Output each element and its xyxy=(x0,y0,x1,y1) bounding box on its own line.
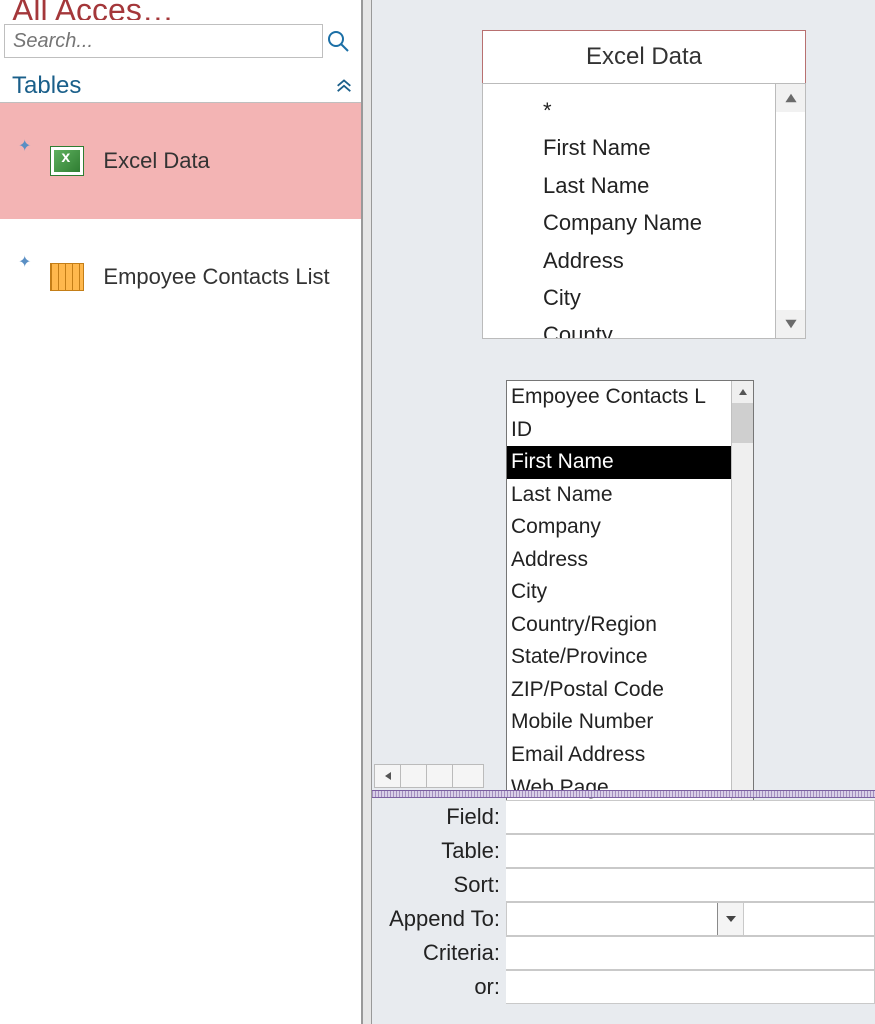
dropdown-item[interactable]: City xyxy=(507,576,731,609)
navigation-pane: All Acces… Tables ✦ Excel Data ✦ Empoyee… xyxy=(0,0,362,1024)
table-field-card[interactable]: Excel Data * First Name Last Name Compan… xyxy=(482,30,806,339)
label-append-to: Append To: xyxy=(372,906,506,932)
label-sort: Sort: xyxy=(372,872,506,898)
append-to-value[interactable] xyxy=(507,903,717,935)
cell-field[interactable] xyxy=(506,800,875,834)
dropdown-item-selected[interactable]: First Name xyxy=(507,446,731,479)
field-item[interactable]: County xyxy=(543,316,767,338)
table-icon xyxy=(49,259,85,295)
row-append-to: Append To: xyxy=(372,902,875,936)
nav-item-excel-data[interactable]: ✦ Excel Data xyxy=(0,103,361,219)
new-object-indicator-icon: ✦ xyxy=(18,136,31,156)
field-list-scrollbar[interactable] xyxy=(775,84,805,338)
nav-item-label: Empoyee Contacts List xyxy=(103,264,329,290)
scroll-track[interactable] xyxy=(427,765,453,787)
dropdown-item[interactable]: ID xyxy=(507,414,731,447)
collapse-icon[interactable] xyxy=(335,72,353,100)
label-field: Field: xyxy=(372,804,506,830)
search-input[interactable] xyxy=(4,24,323,58)
row-field: Field: xyxy=(372,800,875,834)
search-icon[interactable] xyxy=(323,29,353,53)
row-sort: Sort: xyxy=(372,868,875,902)
dropdown-item[interactable]: Last Name xyxy=(507,479,731,512)
cell-sort[interactable] xyxy=(506,868,875,902)
tables-group-header[interactable]: Tables xyxy=(0,68,361,103)
new-object-indicator-icon: ✦ xyxy=(18,252,31,272)
label-criteria: Criteria: xyxy=(372,940,506,966)
dropdown-header[interactable]: Empoyee Contacts L xyxy=(507,381,731,414)
dropdown-item[interactable]: ZIP/Postal Code xyxy=(507,674,731,707)
nav-item-label: Excel Data xyxy=(103,148,209,174)
query-design-grid: Field: Table: Sort: Append To: Criteria: xyxy=(372,800,875,1004)
pane-resize-handle[interactable] xyxy=(362,0,372,1024)
field-item[interactable]: City xyxy=(543,279,767,316)
chevron-down-icon[interactable] xyxy=(717,903,743,935)
cell-or[interactable] xyxy=(506,970,875,1004)
append-to-combo[interactable] xyxy=(507,903,743,935)
scroll-thumb[interactable] xyxy=(401,765,427,787)
nav-item-employee-contacts[interactable]: ✦ Empoyee Contacts List xyxy=(0,219,361,335)
dropdown-item[interactable]: Mobile Number xyxy=(507,706,731,739)
scroll-up-icon[interactable] xyxy=(732,381,753,403)
label-table: Table: xyxy=(372,838,506,864)
scroll-thumb[interactable] xyxy=(732,403,753,443)
field-card-title: Excel Data xyxy=(483,31,805,84)
scroll-right-icon[interactable] xyxy=(453,765,479,787)
search-row xyxy=(0,20,361,62)
scroll-track[interactable] xyxy=(776,112,805,310)
cell-append-to[interactable] xyxy=(506,902,744,936)
tables-group-label: Tables xyxy=(12,72,81,100)
scroll-down-icon[interactable] xyxy=(776,310,805,338)
pane-divider[interactable] xyxy=(372,790,875,798)
excel-table-icon xyxy=(49,143,85,179)
scroll-up-icon[interactable] xyxy=(776,84,805,112)
field-card-body: * First Name Last Name Company Name Addr… xyxy=(482,83,806,339)
field-item[interactable]: Address xyxy=(543,242,767,279)
label-or: or: xyxy=(372,974,506,1000)
cell-criteria[interactable] xyxy=(506,936,875,970)
field-item[interactable]: Company Name xyxy=(543,204,767,241)
cell-table[interactable] xyxy=(506,834,875,868)
cell-append-to-extra[interactable] xyxy=(744,902,875,936)
row-or: or: xyxy=(372,970,875,1004)
nav-title[interactable]: All Acces… xyxy=(0,0,361,20)
field-list[interactable]: * First Name Last Name Company Name Addr… xyxy=(483,84,775,338)
field-item[interactable]: First Name xyxy=(543,129,767,166)
query-design-canvas: Excel Data * First Name Last Name Compan… xyxy=(372,0,875,1024)
field-item[interactable]: * xyxy=(543,92,767,129)
dropdown-item[interactable]: Company xyxy=(507,511,731,544)
scroll-left-icon[interactable] xyxy=(375,765,401,787)
dropdown-item[interactable]: Address xyxy=(507,544,731,577)
dropdown-item[interactable]: Country/Region xyxy=(507,609,731,642)
dropdown-item[interactable]: Email Address xyxy=(507,739,731,772)
row-table: Table: xyxy=(372,834,875,868)
canvas-hscrollbar[interactable] xyxy=(374,764,484,788)
field-item[interactable]: Last Name xyxy=(543,167,767,204)
dropdown-item[interactable]: State/Province xyxy=(507,641,731,674)
row-criteria: Criteria: xyxy=(372,936,875,970)
